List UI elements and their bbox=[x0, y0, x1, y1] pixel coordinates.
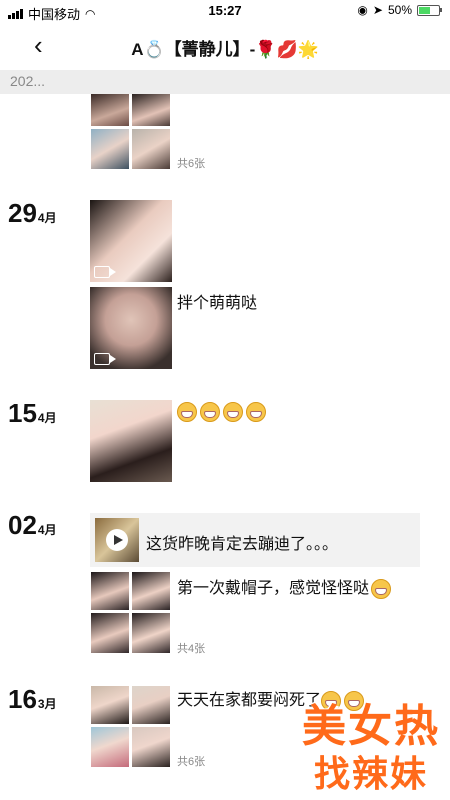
grin-emoji-icon bbox=[371, 578, 392, 599]
grin-emoji-icon bbox=[200, 402, 220, 422]
page-title: A💍【菁静儿】-🌹💋🌟 bbox=[131, 40, 319, 59]
month-label: 4月 bbox=[37, 523, 57, 537]
grin-emoji-icon bbox=[177, 402, 197, 422]
battery-fill bbox=[419, 6, 430, 14]
year-label: 202... bbox=[10, 73, 46, 89]
photo-thumb[interactable] bbox=[91, 129, 129, 169]
photo-thumb[interactable] bbox=[132, 572, 170, 610]
photo-thumb[interactable] bbox=[91, 572, 129, 610]
post-date: 294月 bbox=[8, 198, 57, 229]
video-icon bbox=[94, 353, 116, 365]
day-number: 15 bbox=[8, 398, 37, 428]
battery-percent: 50% bbox=[387, 3, 412, 17]
photo-thumb[interactable] bbox=[132, 686, 170, 724]
shared-video-card[interactable]: 这货昨晚肯定去蹦迪了。。。 bbox=[90, 513, 420, 567]
battery-icon bbox=[417, 4, 442, 16]
location-icon: ➤ bbox=[372, 3, 383, 17]
grin-emoji-icon bbox=[223, 402, 243, 422]
photo-thumb[interactable] bbox=[91, 686, 129, 724]
emoji-row bbox=[177, 402, 269, 422]
photo-count: 共6张 bbox=[177, 756, 206, 768]
day-number: 29 bbox=[8, 198, 37, 228]
post-text: 第一次戴帽子，感觉怪怪哒 bbox=[177, 574, 394, 599]
photo-thumb[interactable] bbox=[91, 94, 129, 126]
day-number: 16 bbox=[8, 684, 37, 714]
photo-thumb[interactable] bbox=[90, 400, 172, 482]
photo-thumb[interactable] bbox=[132, 727, 170, 767]
month-label: 4月 bbox=[37, 411, 57, 425]
photo-thumb[interactable] bbox=[91, 727, 129, 767]
photo-thumb[interactable] bbox=[91, 613, 129, 653]
status-bar: 中国移动 ◠ 15:27 ◉ ➤ 50% bbox=[0, 0, 450, 22]
post-text-content: 第一次戴帽子，感觉怪怪哒 bbox=[177, 580, 370, 597]
video-icon bbox=[94, 266, 116, 278]
year-header: 202... bbox=[0, 70, 450, 94]
video-thumb[interactable] bbox=[90, 287, 172, 369]
watermark-line2: 找辣妹 bbox=[313, 753, 428, 794]
lock-rotation-icon: ◉ bbox=[357, 3, 368, 17]
month-label: 4月 bbox=[37, 211, 57, 225]
status-right: ◉ ➤ 50% bbox=[357, 3, 442, 17]
photo-count: 共6张 bbox=[177, 158, 206, 170]
photo-count: 共4张 bbox=[177, 643, 206, 655]
share-text: 这货昨晚肯定去蹦迪了。。。 bbox=[146, 536, 339, 553]
post-text: 拌个萌萌哒 bbox=[177, 295, 258, 312]
post-date: 024月 bbox=[8, 510, 57, 541]
post-date: 154月 bbox=[8, 398, 57, 429]
post-date: 163月 bbox=[8, 684, 57, 715]
play-icon bbox=[106, 529, 128, 551]
watermark-logo: 美女热 找辣妹 bbox=[265, 690, 440, 800]
photo-thumb[interactable] bbox=[132, 613, 170, 653]
grin-emoji-icon bbox=[246, 402, 266, 422]
photo-thumb[interactable] bbox=[132, 94, 170, 126]
month-label: 3月 bbox=[37, 697, 57, 711]
day-number: 02 bbox=[8, 510, 37, 540]
share-thumbnail bbox=[95, 518, 139, 562]
nav-bar: ‹ A💍【菁静儿】-🌹💋🌟 bbox=[0, 22, 450, 70]
photo-thumb[interactable] bbox=[132, 129, 170, 169]
video-thumb[interactable] bbox=[90, 200, 172, 282]
